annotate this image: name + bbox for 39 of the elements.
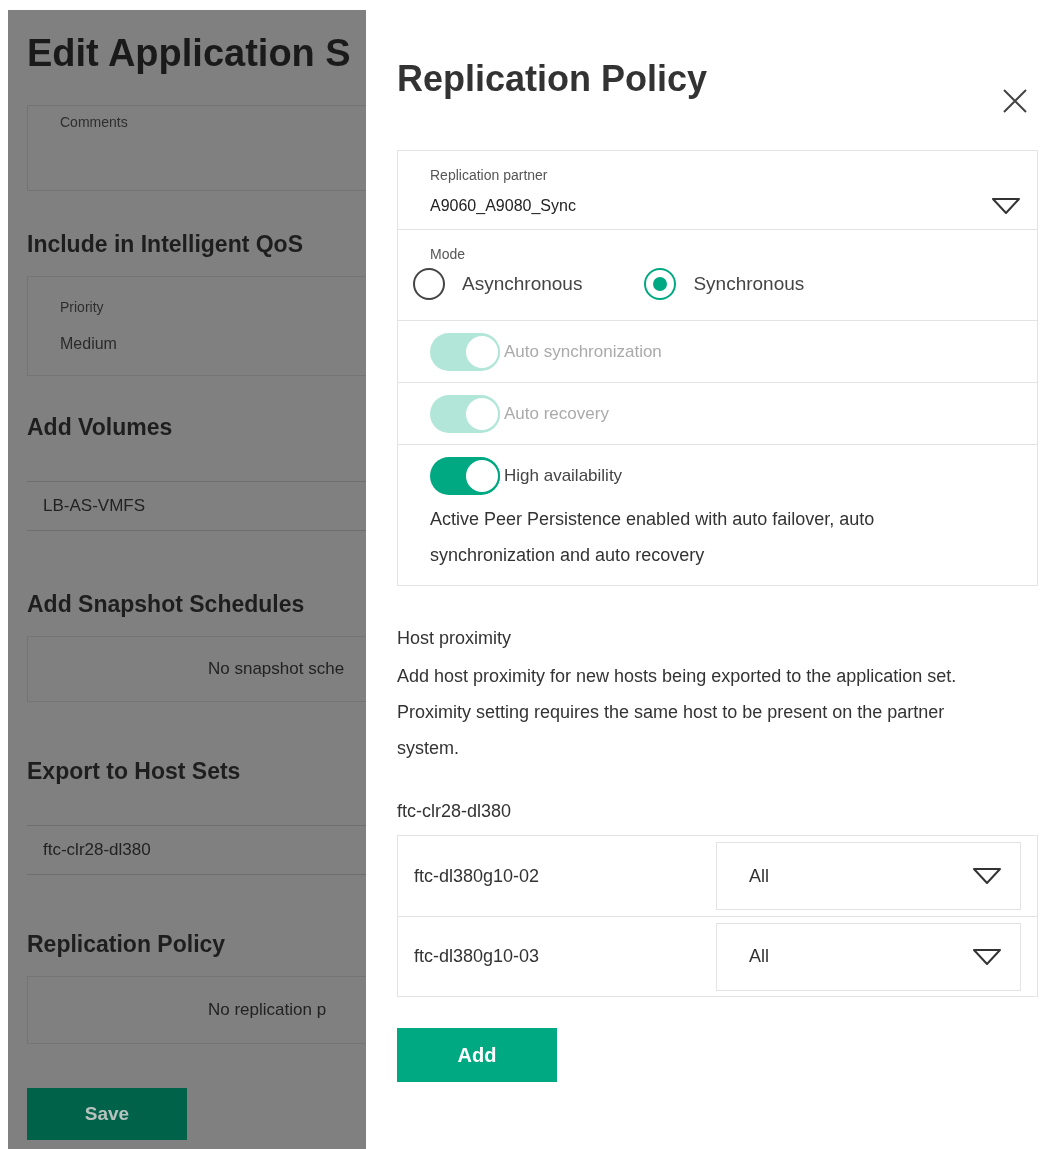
dropdown-caret-icon bbox=[991, 197, 1021, 215]
field-label: Mode bbox=[430, 246, 467, 262]
section-heading: Include in Intelligent QoS bbox=[27, 231, 304, 258]
save-button[interactable]: Save bbox=[27, 1088, 187, 1140]
toggle-label: High availability bbox=[504, 466, 623, 486]
section-description: Add host proximity for new hosts being exported to the application set. Proximity setting requires the same host to be present on the partner system. bbox=[397, 665, 958, 760]
host-set-label: ftc-clr28-dl380 bbox=[397, 800, 513, 823]
close-icon bbox=[1002, 88, 1028, 114]
field-label: Replication partner bbox=[430, 167, 549, 183]
toggle-label: Auto recovery bbox=[504, 404, 609, 424]
section-heading: Export to Host Sets bbox=[27, 758, 242, 785]
host-name: ftc-dl380g10-03 bbox=[414, 946, 540, 967]
section-heading: Add Volumes bbox=[27, 414, 174, 441]
host-name: ftc-dl380g10-02 bbox=[414, 865, 540, 887]
field-value: Medium bbox=[60, 335, 118, 353]
proximity-select[interactable]: All bbox=[716, 842, 1021, 910]
proximity-select[interactable]: All bbox=[716, 922, 1021, 991]
list-row: LB-AS-VMFS bbox=[27, 481, 366, 531]
toggle-switch[interactable] bbox=[430, 457, 500, 495]
close-button[interactable] bbox=[1002, 88, 1028, 114]
replication-partner-select[interactable]: Replication partner A9060_A9080_Sync bbox=[398, 151, 1037, 229]
drawer-title: Replication Policy bbox=[397, 58, 708, 100]
empty-message: No snapshot sche bbox=[208, 659, 346, 679]
page-title: Edit Application S bbox=[27, 32, 352, 75]
toggle-description: Active Peer Persistence enabled with auto failover, auto synchronization and auto recovery bbox=[430, 508, 876, 567]
section-heading: Replication Policy bbox=[27, 931, 227, 958]
section-label: Host proximity bbox=[397, 627, 513, 650]
mode-radio[interactable]: Asynchronous bbox=[413, 268, 583, 300]
field-label: Priority bbox=[60, 299, 105, 315]
list-row: ftc-clr28-dl380 bbox=[27, 825, 366, 875]
section-heading: Add Snapshot Schedules bbox=[27, 591, 306, 618]
mode-radio[interactable]: Synchronous bbox=[644, 268, 805, 300]
priority-field[interactable]: Priority Medium bbox=[27, 276, 366, 376]
dropdown-caret-icon bbox=[972, 867, 1002, 885]
field-label: Comments bbox=[60, 114, 129, 130]
field-value: A9060_A9080_Sync bbox=[430, 197, 576, 215]
toggle-label: Auto synchronization bbox=[504, 342, 662, 362]
empty-message: No replication p bbox=[208, 1000, 328, 1020]
dropdown-caret-icon bbox=[972, 947, 1002, 966]
